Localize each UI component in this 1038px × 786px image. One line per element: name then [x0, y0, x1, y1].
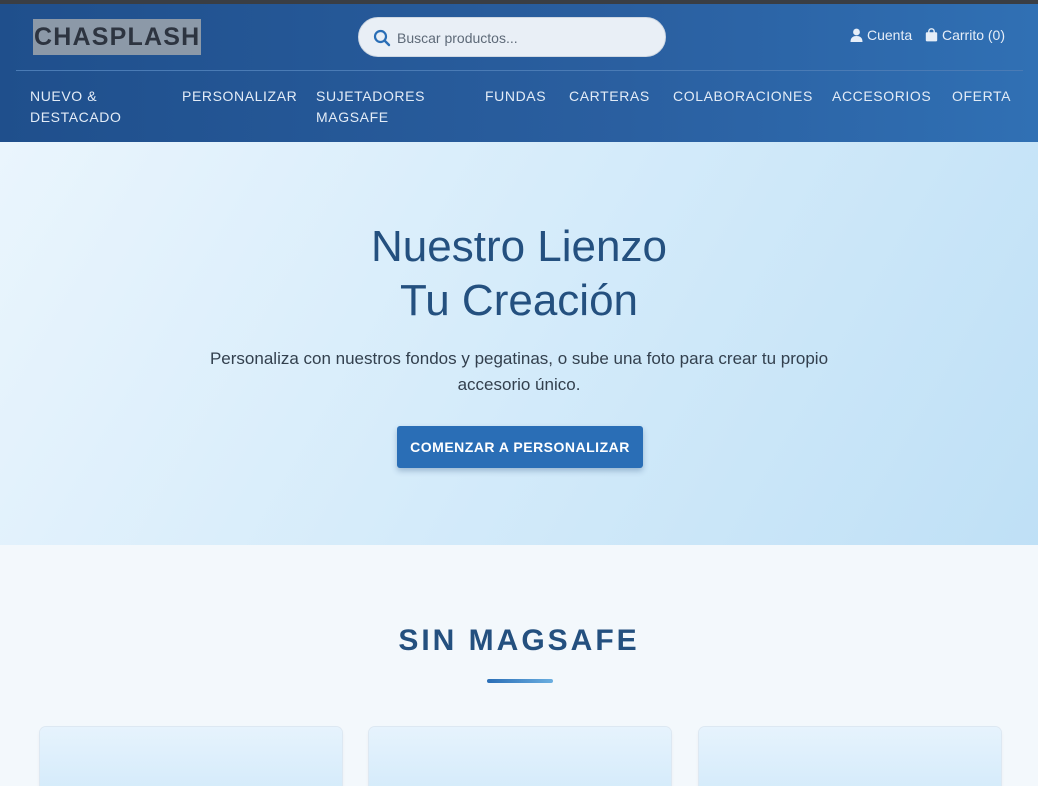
nav-item-personalizar[interactable]: PERSONALIZAR	[182, 86, 297, 107]
hero-title-line-1: Nuestro Lienzo	[371, 222, 667, 271]
product-card[interactable]	[40, 727, 342, 786]
section-title: SIN MAGSAFE	[398, 624, 640, 657]
nav-item-carteras[interactable]: CARTERAS	[569, 86, 650, 107]
hero-title: Nuestro Lienzo Tu Creación	[0, 220, 1038, 328]
site-header: CHASPLASH Cuenta Carrito (0) NUEVO & DES…	[0, 4, 1038, 142]
hero-subtitle: Personaliza con nuestros fondos y pegati…	[209, 349, 829, 394]
hero-title-line-2: Tu Creación	[399, 276, 639, 325]
nav-item-fundas[interactable]: FUNDAS	[485, 86, 546, 107]
hero-banner: Nuestro Lienzo Tu Creación Personaliza c…	[0, 142, 1038, 545]
start-customizing-button[interactable]: COMENZAR A PERSONALIZAR	[397, 426, 643, 468]
header-divider	[16, 70, 1023, 71]
account-label: Cuenta	[867, 27, 913, 43]
cart-link[interactable]: Carrito (0)	[925, 27, 1005, 43]
nav-item-oferta[interactable]: OFERTA	[952, 86, 1011, 107]
product-card[interactable]	[369, 727, 671, 786]
cart-label: Carrito (0)	[942, 27, 1006, 43]
section-title-underline	[487, 679, 553, 683]
account-link[interactable]: Cuenta	[850, 27, 912, 43]
site-logo[interactable]: CHASPLASH	[33, 19, 202, 55]
user-icon	[850, 28, 863, 42]
nav-item-nuevo-destacado[interactable]: NUEVO & DESTACADO	[30, 86, 122, 128]
search-icon[interactable]	[373, 29, 391, 47]
nav-item-accesorios[interactable]: ACCESORIOS	[832, 86, 931, 107]
search-bar[interactable]	[358, 17, 666, 57]
nav-item-colaboraciones[interactable]: COLABORACIONES	[673, 86, 813, 107]
shopping-bag-icon	[925, 28, 938, 42]
product-card[interactable]	[699, 727, 1001, 786]
search-input[interactable]	[397, 26, 647, 50]
nav-item-sujetadores-magsafe[interactable]: SUJETADORES MAGSAFE	[316, 86, 425, 128]
